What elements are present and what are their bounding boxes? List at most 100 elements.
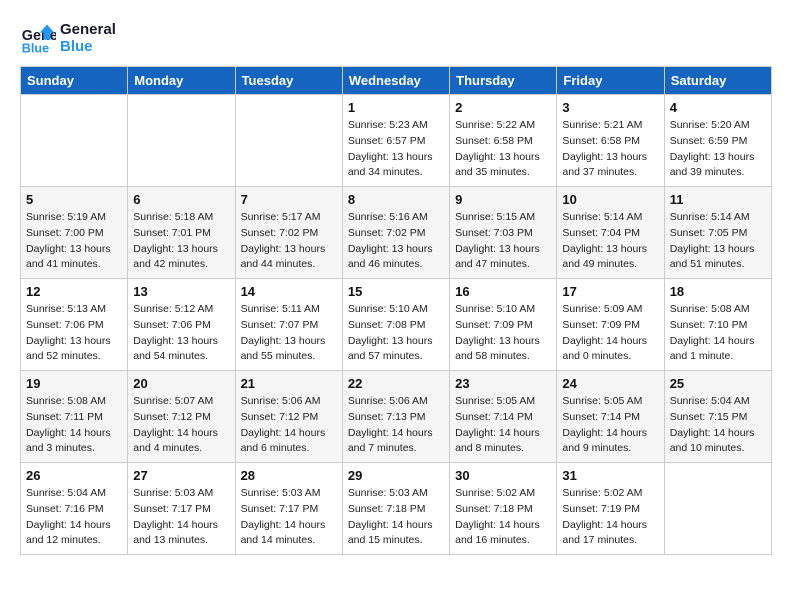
day-info: Sunrise: 5:04 AM Sunset: 7:15 PM Dayligh… [670, 394, 766, 457]
calendar-cell: 6Sunrise: 5:18 AM Sunset: 7:01 PM Daylig… [128, 187, 235, 279]
day-number: 3 [562, 100, 658, 115]
day-info: Sunrise: 5:03 AM Sunset: 7:17 PM Dayligh… [241, 486, 337, 549]
calendar-cell: 30 Sunrise: 5:02 AM Sunset: 7:18 PM Dayli… [450, 463, 557, 555]
day-number: 21 [241, 376, 337, 391]
day-number: 17 [562, 284, 658, 299]
day-info: Sunrise: 5:18 AM Sunset: 7:01 PM Dayligh… [133, 210, 229, 273]
header-row: SundayMondayTuesdayWednesdayThursdayFrid… [21, 67, 772, 95]
day-info: Sunrise: 5:07 AM Sunset: 7:12 PM Dayligh… [133, 394, 229, 457]
day-info: Sunrise: 5:12 AM Sunset: 7:06 PM Dayligh… [133, 302, 229, 365]
day-info: Sunrise: 5:02 AM Sunset: 7:18 PM Dayligh… [455, 486, 551, 549]
day-number: 23 [455, 376, 551, 391]
calendar-cell: 1 Sunrise: 5:23 AM Sunset: 6:57 PM Daylig… [342, 95, 449, 187]
day-info: Sunrise: 5:23 AM Sunset: 6:57 PM Dayligh… [348, 118, 444, 181]
calendar-cell: 3 Sunrise: 5:21 AM Sunset: 6:58 PM Daylig… [557, 95, 664, 187]
logo-general: General [60, 21, 116, 38]
day-number: 5 [26, 192, 122, 207]
day-info: Sunrise: 5:06 AM Sunset: 7:12 PM Dayligh… [241, 394, 337, 457]
day-info: Sunrise: 5:13 AM Sunset: 7:06 PM Dayligh… [26, 302, 122, 365]
day-number: 12 [26, 284, 122, 299]
day-info: Sunrise: 5:03 AM Sunset: 7:17 PM Dayligh… [133, 486, 229, 549]
calendar-cell [235, 95, 342, 187]
day-info: Sunrise: 5:17 AM Sunset: 7:02 PM Dayligh… [241, 210, 337, 273]
day-number: 15 [348, 284, 444, 299]
calendar-cell: 10Sunrise: 5:14 AM Sunset: 7:04 PM Dayli… [557, 187, 664, 279]
day-info: Sunrise: 5:10 AM Sunset: 7:09 PM Dayligh… [455, 302, 551, 365]
calendar-cell: 9Sunrise: 5:15 AM Sunset: 7:03 PM Daylig… [450, 187, 557, 279]
calendar-cell: 7 Sunrise: 5:17 AM Sunset: 7:02 PM Daylig… [235, 187, 342, 279]
calendar-cell: 17 Sunrise: 5:09 AM Sunset: 7:09 PM Dayli… [557, 279, 664, 371]
day-number: 10 [562, 192, 658, 207]
day-info: Sunrise: 5:15 AM Sunset: 7:03 PM Dayligh… [455, 210, 551, 273]
logo-icon: General Blue [20, 20, 56, 56]
day-info: Sunrise: 5:09 AM Sunset: 7:09 PM Dayligh… [562, 302, 658, 365]
header-monday: Monday [128, 67, 235, 95]
day-number: 30 [455, 468, 551, 483]
calendar-cell: 8 Sunrise: 5:16 AM Sunset: 7:02 PM Daylig… [342, 187, 449, 279]
day-number: 28 [241, 468, 337, 483]
day-number: 4 [670, 100, 766, 115]
calendar-cell: 21 Sunrise: 5:06 AM Sunset: 7:12 PM Dayli… [235, 371, 342, 463]
day-info: Sunrise: 5:06 AM Sunset: 7:13 PM Dayligh… [348, 394, 444, 457]
calendar-cell: 12 Sunrise: 5:13 AM Sunset: 7:06 PM Dayli… [21, 279, 128, 371]
calendar-cell: 26Sunrise: 5:04 AM Sunset: 7:16 PM Dayli… [21, 463, 128, 555]
calendar-table: SundayMondayTuesdayWednesdayThursdayFrid… [20, 66, 772, 555]
day-number: 7 [241, 192, 337, 207]
week-row-2: 5 Sunrise: 5:19 AM Sunset: 7:00 PM Daylig… [21, 187, 772, 279]
calendar-cell: 22 Sunrise: 5:06 AM Sunset: 7:13 PM Dayli… [342, 371, 449, 463]
logo: General Blue General Blue [20, 20, 116, 56]
day-number: 25 [670, 376, 766, 391]
day-info: Sunrise: 5:14 AM Sunset: 7:05 PM Dayligh… [670, 210, 766, 273]
day-info: Sunrise: 5:19 AM Sunset: 7:00 PM Dayligh… [26, 210, 122, 273]
header-sunday: Sunday [21, 67, 128, 95]
calendar-cell: 16 Sunrise: 5:10 AM Sunset: 7:09 PM Dayli… [450, 279, 557, 371]
header-saturday: Saturday [664, 67, 771, 95]
day-info: Sunrise: 5:04 AM Sunset: 7:16 PM Dayligh… [26, 486, 122, 549]
day-number: 18 [670, 284, 766, 299]
calendar-cell [21, 95, 128, 187]
day-number: 29 [348, 468, 444, 483]
day-info: Sunrise: 5:22 AM Sunset: 6:58 PM Dayligh… [455, 118, 551, 181]
calendar-cell: 29 Sunrise: 5:03 AM Sunset: 7:18 PM Dayli… [342, 463, 449, 555]
calendar-cell: 19Sunrise: 5:08 AM Sunset: 7:11 PM Dayli… [21, 371, 128, 463]
day-number: 27 [133, 468, 229, 483]
calendar-cell [128, 95, 235, 187]
day-info: Sunrise: 5:16 AM Sunset: 7:02 PM Dayligh… [348, 210, 444, 273]
day-info: Sunrise: 5:03 AM Sunset: 7:18 PM Dayligh… [348, 486, 444, 549]
day-info: Sunrise: 5:20 AM Sunset: 6:59 PM Dayligh… [670, 118, 766, 181]
day-number: 2 [455, 100, 551, 115]
calendar-cell: 4 Sunrise: 5:20 AM Sunset: 6:59 PM Daylig… [664, 95, 771, 187]
day-info: Sunrise: 5:21 AM Sunset: 6:58 PM Dayligh… [562, 118, 658, 181]
day-number: 22 [348, 376, 444, 391]
day-number: 19 [26, 376, 122, 391]
day-info: Sunrise: 5:10 AM Sunset: 7:08 PM Dayligh… [348, 302, 444, 365]
week-row-3: 12 Sunrise: 5:13 AM Sunset: 7:06 PM Dayli… [21, 279, 772, 371]
logo-blue: Blue [60, 38, 116, 55]
calendar-cell: 27 Sunrise: 5:03 AM Sunset: 7:17 PM Dayli… [128, 463, 235, 555]
day-number: 11 [670, 192, 766, 207]
week-row-5: 26Sunrise: 5:04 AM Sunset: 7:16 PM Dayli… [21, 463, 772, 555]
day-info: Sunrise: 5:11 AM Sunset: 7:07 PM Dayligh… [241, 302, 337, 365]
day-number: 8 [348, 192, 444, 207]
day-number: 20 [133, 376, 229, 391]
svg-text:Blue: Blue [22, 41, 49, 55]
header-friday: Friday [557, 67, 664, 95]
calendar-cell: 11 Sunrise: 5:14 AM Sunset: 7:05 PM Dayli… [664, 187, 771, 279]
calendar-cell: 15 Sunrise: 5:10 AM Sunset: 7:08 PM Dayli… [342, 279, 449, 371]
day-number: 24 [562, 376, 658, 391]
calendar-cell: 23 Sunrise: 5:05 AM Sunset: 7:14 PM Dayli… [450, 371, 557, 463]
day-number: 1 [348, 100, 444, 115]
day-number: 16 [455, 284, 551, 299]
header-tuesday: Tuesday [235, 67, 342, 95]
header-thursday: Thursday [450, 67, 557, 95]
week-row-1: 1 Sunrise: 5:23 AM Sunset: 6:57 PM Daylig… [21, 95, 772, 187]
calendar-cell: 25 Sunrise: 5:04 AM Sunset: 7:15 PM Dayli… [664, 371, 771, 463]
header-wednesday: Wednesday [342, 67, 449, 95]
day-info: Sunrise: 5:05 AM Sunset: 7:14 PM Dayligh… [455, 394, 551, 457]
day-number: 13 [133, 284, 229, 299]
calendar-cell: 5 Sunrise: 5:19 AM Sunset: 7:00 PM Daylig… [21, 187, 128, 279]
calendar-cell: 2 Sunrise: 5:22 AM Sunset: 6:58 PM Daylig… [450, 95, 557, 187]
calendar-cell: 14Sunrise: 5:11 AM Sunset: 7:07 PM Dayli… [235, 279, 342, 371]
day-info: Sunrise: 5:08 AM Sunset: 7:10 PM Dayligh… [670, 302, 766, 365]
day-info: Sunrise: 5:05 AM Sunset: 7:14 PM Dayligh… [562, 394, 658, 457]
